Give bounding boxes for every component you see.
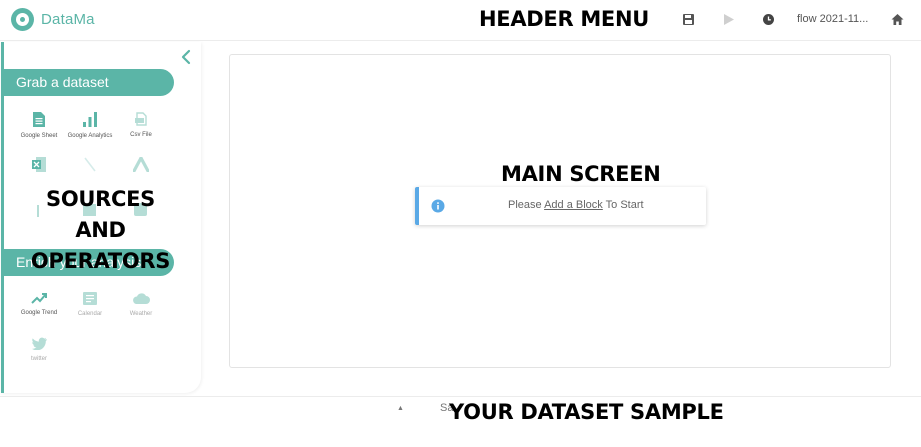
- cloud-icon: [133, 293, 150, 304]
- google-analytics-icon: [83, 112, 97, 127]
- tile-csv-file[interactable]: Csv File: [112, 112, 170, 138]
- dataset-sample-annotation: YOUR DATASET SAMPLE: [449, 400, 724, 424]
- save-icon[interactable]: [682, 13, 695, 26]
- sources-operators-annotation: SOURCES AND OPERATORS: [30, 187, 171, 273]
- flow-name[interactable]: flow 2021-11...: [797, 13, 868, 25]
- google-ads-icon: [133, 157, 149, 172]
- tile-label: Google Trend: [20, 310, 58, 316]
- datama-logo-icon: [11, 8, 34, 31]
- tile-weather[interactable]: Weather: [112, 292, 170, 317]
- tile-excel[interactable]: [10, 157, 68, 172]
- notice-prefix: Please: [508, 199, 545, 211]
- tile-calendar[interactable]: Calendar: [61, 292, 119, 317]
- tile-google-analytics[interactable]: Google Analytics: [61, 112, 119, 139]
- notice-text: Please Add a Block To Start: [508, 199, 644, 211]
- excel-icon: [32, 157, 46, 172]
- pen-icon: [84, 157, 96, 172]
- header-menu-annotation: HEADER MENU: [479, 7, 650, 31]
- twitter-icon: [31, 337, 47, 350]
- google-sheet-icon: [33, 112, 45, 127]
- main-screen-annotation: MAIN SCREEN: [501, 162, 661, 186]
- caret-up-icon[interactable]: ▲: [397, 405, 404, 412]
- logo[interactable]: DataMa: [11, 8, 95, 31]
- trend-icon: [31, 293, 47, 304]
- start-notice: Please Add a Block To Start: [415, 187, 706, 225]
- notice-suffix: To Start: [602, 199, 644, 211]
- tile-label: Calendar: [77, 311, 103, 317]
- clock-icon[interactable]: [762, 13, 775, 26]
- add-block-link[interactable]: Add a Block: [544, 199, 603, 211]
- tile-label: Google Analytics: [67, 133, 113, 139]
- play-icon[interactable]: [722, 13, 735, 26]
- tile-label: twitter: [30, 356, 47, 362]
- tile-label: Csv File: [130, 132, 152, 138]
- tile-label: Weather: [129, 311, 153, 317]
- home-icon[interactable]: [891, 13, 904, 26]
- info-icon: [431, 199, 445, 213]
- grab-dataset-header[interactable]: Grab a dataset: [3, 69, 174, 96]
- tile-draw[interactable]: [61, 157, 119, 172]
- collapse-chevron-icon[interactable]: [178, 49, 194, 65]
- tile-label: Google Sheet: [20, 133, 58, 139]
- tile-twitter[interactable]: twitter: [10, 337, 68, 362]
- logo-text: DataMa: [41, 11, 95, 28]
- csv-file-icon: [135, 112, 147, 126]
- tile-google-ads[interactable]: [112, 157, 170, 172]
- header-menu: DataMa flow 2021-11...: [0, 0, 921, 41]
- calendar-icon: [83, 292, 97, 305]
- tile-google-sheet[interactable]: Google Sheet: [10, 112, 68, 139]
- tile-google-trend[interactable]: Google Trend: [10, 292, 68, 316]
